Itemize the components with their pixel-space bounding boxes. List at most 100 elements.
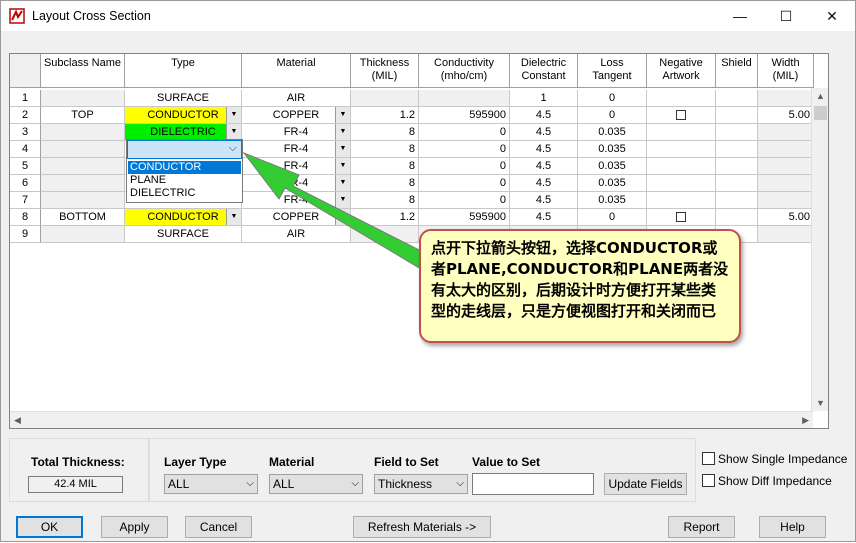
scroll-left-icon[interactable]: ◀ bbox=[14, 415, 21, 426]
thickness-cell[interactable]: 1.2 bbox=[351, 209, 419, 226]
loss-cell[interactable]: 0.035 bbox=[578, 124, 647, 141]
type-dropdown-popup[interactable]: ⌵ CONDUCTOR PLANE DIELECTRIC bbox=[126, 139, 243, 203]
thickness-cell[interactable]: 8 bbox=[351, 192, 419, 209]
subclass-cell[interactable] bbox=[41, 192, 125, 209]
loss-cell[interactable]: 0.035 bbox=[578, 175, 647, 192]
thickness-cell[interactable]: 8 bbox=[351, 124, 419, 141]
loss-cell[interactable]: 0.035 bbox=[578, 141, 647, 158]
horizontal-scrollbar[interactable]: ◀ ▶ bbox=[10, 411, 813, 428]
width-cell[interactable] bbox=[758, 226, 814, 243]
conductivity-cell[interactable]: 595900 bbox=[419, 209, 510, 226]
scroll-right-icon[interactable]: ▶ bbox=[802, 415, 809, 426]
material-cell[interactable]: COPPER ▼ bbox=[242, 107, 351, 124]
dropdown-option-conductor[interactable]: CONDUCTOR bbox=[128, 161, 241, 174]
cancel-button[interactable]: Cancel bbox=[185, 516, 252, 538]
width-cell[interactable] bbox=[758, 175, 814, 192]
column-header[interactable]: Negative Artwork bbox=[647, 54, 716, 88]
material-cell[interactable]: AIR bbox=[242, 90, 351, 107]
negative-artwork-cell[interactable] bbox=[647, 158, 716, 175]
subclass-cell[interactable] bbox=[41, 226, 125, 243]
loss-cell[interactable]: 0 bbox=[578, 107, 647, 124]
material-cell[interactable]: FR-4 ▼ bbox=[242, 141, 351, 158]
material-cell[interactable]: AIR bbox=[242, 226, 351, 243]
negative-artwork-cell[interactable] bbox=[647, 175, 716, 192]
thickness-cell[interactable] bbox=[351, 90, 419, 107]
conductivity-cell[interactable]: 0 bbox=[419, 158, 510, 175]
conductivity-cell[interactable] bbox=[419, 90, 510, 107]
type-cell[interactable]: CONDUCTOR ▼ bbox=[125, 209, 242, 226]
checkbox-icon[interactable] bbox=[676, 212, 686, 223]
column-header[interactable]: Conductivity (mho/cm) bbox=[419, 54, 510, 88]
shield-cell[interactable] bbox=[716, 192, 758, 209]
dielectric-cell[interactable]: 4.5 bbox=[510, 107, 578, 124]
subclass-cell[interactable]: TOP bbox=[41, 107, 125, 124]
refresh-materials-button[interactable]: Refresh Materials -> bbox=[353, 516, 491, 538]
conductivity-cell[interactable]: 0 bbox=[419, 175, 510, 192]
dropdown-arrow-icon[interactable]: ▼ bbox=[335, 209, 350, 225]
material-cell[interactable]: FR-4 ▼ bbox=[242, 158, 351, 175]
dropdown-arrow-icon[interactable]: ▼ bbox=[335, 192, 350, 208]
conductivity-cell[interactable]: 595900 bbox=[419, 107, 510, 124]
chevron-down-icon[interactable]: ⌵ bbox=[229, 142, 237, 155]
thickness-cell[interactable] bbox=[351, 226, 419, 243]
minimize-button[interactable]: — bbox=[717, 1, 763, 31]
loss-cell[interactable]: 0 bbox=[578, 209, 647, 226]
dielectric-cell[interactable]: 4.5 bbox=[510, 158, 578, 175]
shield-cell[interactable] bbox=[716, 124, 758, 141]
type-cell[interactable]: SURFACE bbox=[125, 226, 242, 243]
scroll-thumb[interactable] bbox=[814, 106, 827, 120]
thickness-cell[interactable]: 8 bbox=[351, 158, 419, 175]
value-to-set-input[interactable] bbox=[472, 473, 594, 495]
width-cell[interactable] bbox=[758, 192, 814, 209]
thickness-cell[interactable]: 8 bbox=[351, 175, 419, 192]
dropdown-arrow-icon[interactable]: ▼ bbox=[226, 107, 241, 123]
loss-cell[interactable]: 0.035 bbox=[578, 158, 647, 175]
width-cell[interactable]: 5.00 bbox=[758, 209, 814, 226]
column-header[interactable]: Dielectric Constant bbox=[510, 54, 578, 88]
width-cell[interactable] bbox=[758, 124, 814, 141]
shield-cell[interactable] bbox=[716, 158, 758, 175]
dielectric-cell[interactable]: 1 bbox=[510, 90, 578, 107]
material-cell[interactable]: FR-4 ▼ bbox=[242, 124, 351, 141]
shield-cell[interactable] bbox=[716, 209, 758, 226]
layer-type-select[interactable]: ALL ⌵ bbox=[164, 474, 258, 494]
subclass-cell[interactable]: BOTTOM bbox=[41, 209, 125, 226]
show-diff-impedance-checkbox[interactable]: Show Diff Impedance bbox=[702, 474, 832, 488]
dropdown-arrow-icon[interactable]: ▼ bbox=[335, 141, 350, 157]
material-cell[interactable]: FR-4 ▼ bbox=[242, 192, 351, 209]
column-header[interactable]: Width (MIL) bbox=[758, 54, 814, 88]
dielectric-cell[interactable]: 4.5 bbox=[510, 141, 578, 158]
apply-button[interactable]: Apply bbox=[101, 516, 168, 538]
scroll-down-icon[interactable]: ▼ bbox=[816, 398, 825, 408]
column-header[interactable]: Type bbox=[125, 54, 242, 88]
loss-cell[interactable]: 0 bbox=[578, 90, 647, 107]
maximize-button[interactable]: ☐ bbox=[763, 1, 809, 31]
shield-cell[interactable] bbox=[716, 175, 758, 192]
negative-artwork-cell[interactable] bbox=[647, 124, 716, 141]
subclass-cell[interactable] bbox=[41, 141, 125, 158]
dropdown-arrow-icon[interactable]: ▼ bbox=[335, 107, 350, 123]
negative-artwork-cell[interactable] bbox=[647, 107, 716, 124]
thickness-cell[interactable]: 1.2 bbox=[351, 107, 419, 124]
report-button[interactable]: Report bbox=[668, 516, 735, 538]
width-cell[interactable]: 5.00 bbox=[758, 107, 814, 124]
negative-artwork-cell[interactable] bbox=[647, 90, 716, 107]
checkbox-icon[interactable] bbox=[702, 474, 715, 487]
column-header[interactable]: Thickness (MIL) bbox=[351, 54, 419, 88]
negative-artwork-cell[interactable] bbox=[647, 209, 716, 226]
subclass-cell[interactable] bbox=[41, 124, 125, 141]
thickness-cell[interactable]: 8 bbox=[351, 141, 419, 158]
shield-cell[interactable] bbox=[716, 141, 758, 158]
column-header[interactable]: Subclass Name bbox=[41, 54, 125, 88]
dielectric-cell[interactable]: 4.5 bbox=[510, 209, 578, 226]
field-to-set-select[interactable]: Thickness ⌵ bbox=[374, 474, 468, 494]
shield-cell[interactable] bbox=[716, 107, 758, 124]
negative-artwork-cell[interactable] bbox=[647, 192, 716, 209]
checkbox-icon[interactable] bbox=[676, 110, 686, 121]
update-fields-button[interactable]: Update Fields bbox=[604, 473, 687, 495]
subclass-cell[interactable] bbox=[41, 90, 125, 107]
width-cell[interactable] bbox=[758, 158, 814, 175]
conductivity-cell[interactable]: 0 bbox=[419, 192, 510, 209]
dropdown-arrow-icon[interactable]: ▼ bbox=[226, 124, 241, 140]
material-select[interactable]: ALL ⌵ bbox=[269, 474, 363, 494]
